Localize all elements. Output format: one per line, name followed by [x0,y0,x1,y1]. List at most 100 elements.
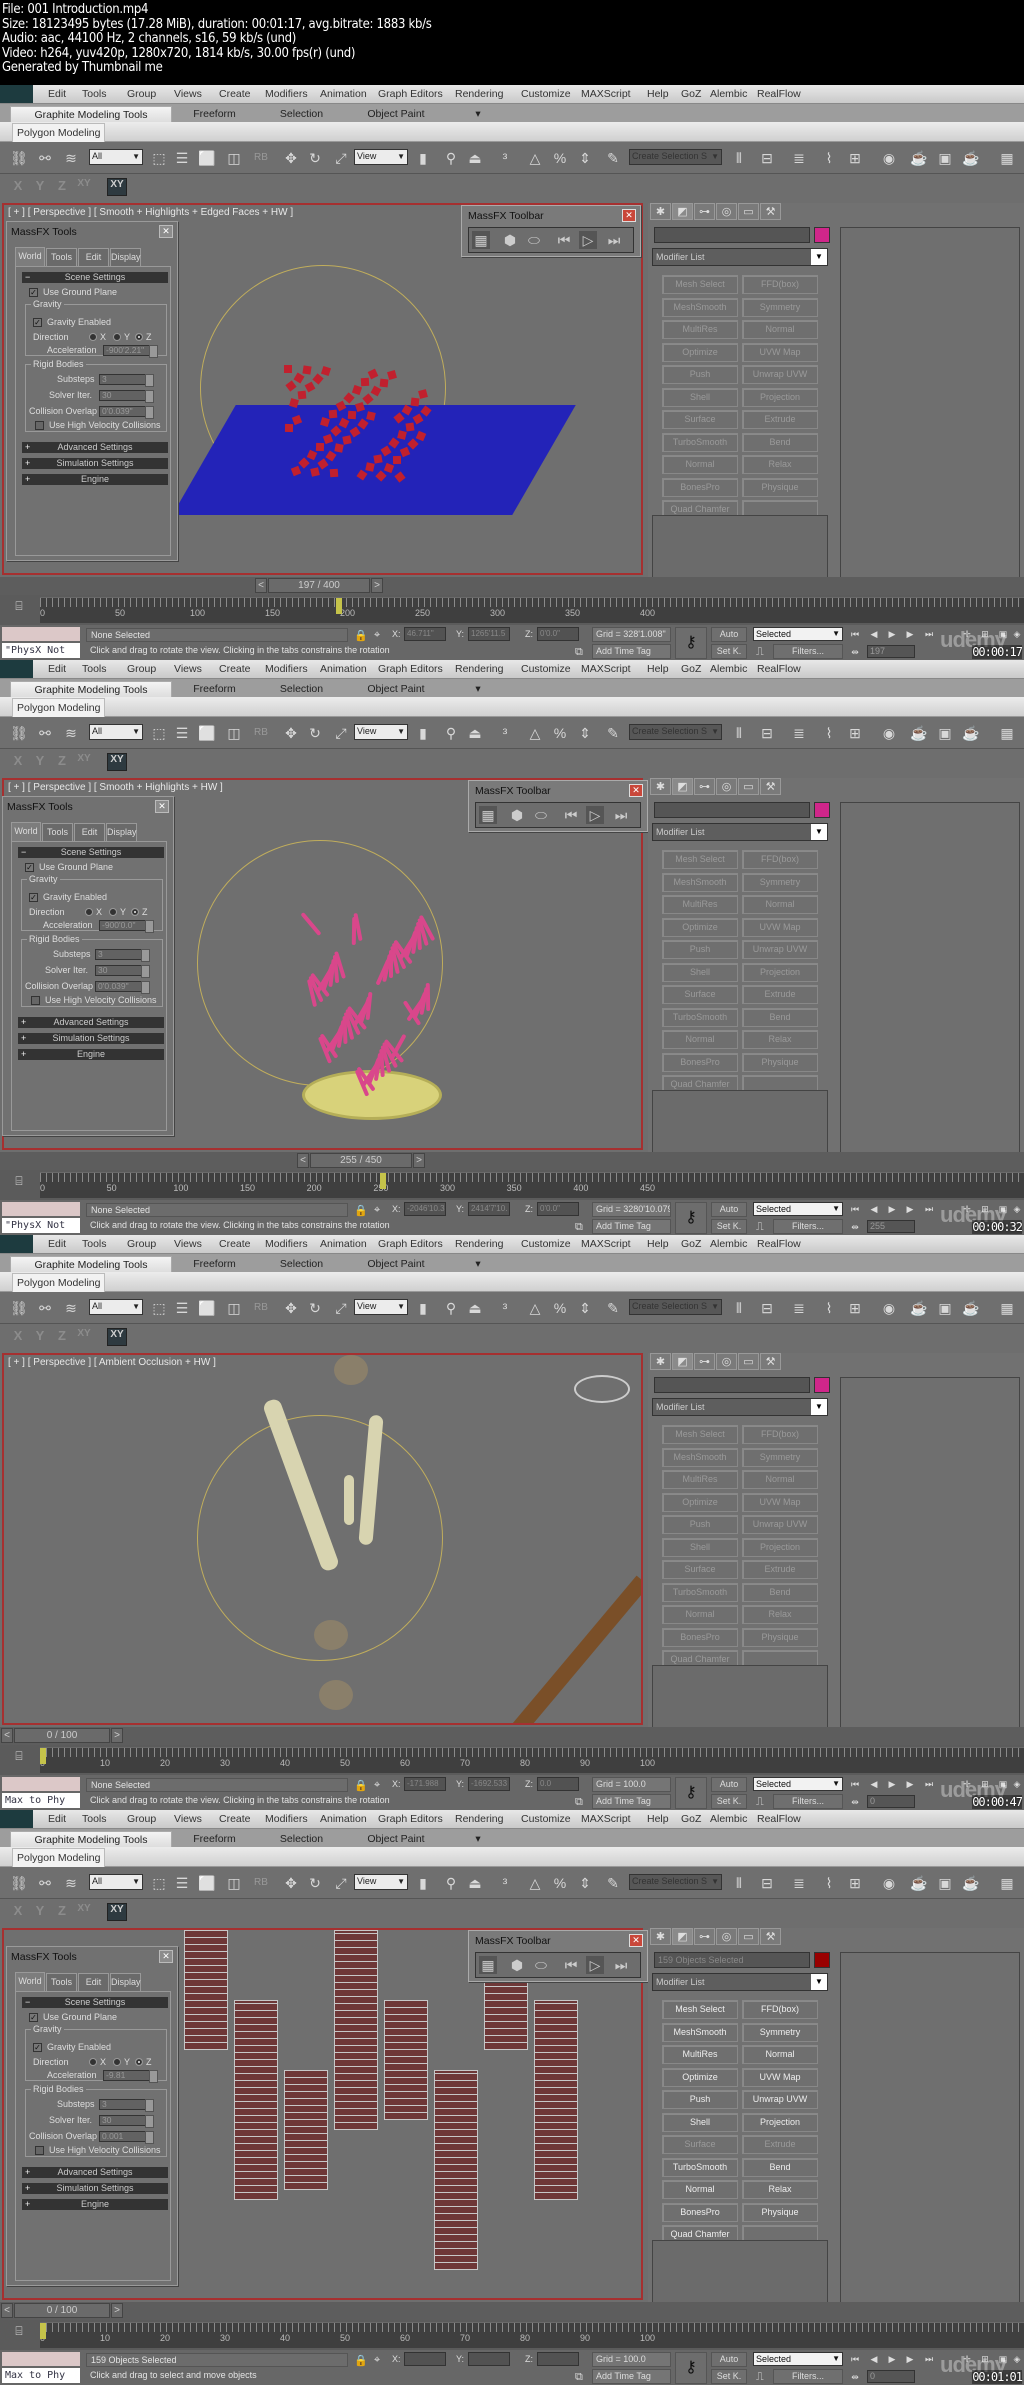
modifier-multires-button[interactable]: MultiRes [662,2045,738,2064]
goto-start-icon[interactable]: ⏮ [848,2352,862,2366]
menu-create[interactable]: Create [219,663,251,675]
edit-named-sel-icon[interactable]: ✎ [604,724,622,742]
align-icon[interactable]: ⊟ [758,724,776,742]
menu-create[interactable]: Create [219,88,251,100]
modifier-bend-button[interactable]: Bend [742,1582,818,1602]
rigid-cube[interactable] [373,454,383,464]
constraint-icon[interactable]: ⬭ [532,1956,550,1974]
modifier-stack[interactable] [652,515,828,579]
rigid-cube[interactable] [302,365,312,375]
ribbon-options-dropdown[interactable]: ▾ [466,681,490,698]
modifier-ffd-box--button[interactable]: FFD(box) [742,1425,818,1444]
solver-iter-spinner[interactable]: 30 [95,965,150,978]
default-tangent-icon[interactable]: ⎍ [756,646,764,659]
menu-animation[interactable]: Animation [320,1813,367,1825]
goto-start-icon[interactable]: ⏮ [848,627,862,641]
menu-goz[interactable]: GoZ [681,1238,701,1250]
y-coordinate-field[interactable]: 1265'11.5 [468,627,510,641]
goto-end-icon[interactable]: ⏭ [922,2352,936,2366]
set-key-icon[interactable]: ⚷ [675,627,707,659]
create-tab-icon[interactable]: ✱ [650,1353,671,1370]
spinner-snap-icon[interactable]: ⇕ [576,1874,594,1892]
scale-icon[interactable]: ⤢ [332,149,350,167]
prev-frame-button[interactable]: < [255,578,267,593]
menu-maxscript[interactable]: MAXScript [581,1238,631,1250]
snaps-toggle-icon[interactable]: ³ [496,1299,514,1317]
modifier-stack[interactable] [652,1665,828,1729]
percent-snap-icon[interactable]: % [551,1874,569,1892]
set-key-button[interactable]: Set K. [711,1219,747,1234]
rigid-cube[interactable] [329,468,339,478]
modifier-bonespro-button[interactable]: BonesPro [662,1627,738,1647]
modifier-relax-button[interactable]: Relax [742,1030,818,1049]
ribbon-tab-selection[interactable]: Selection [258,681,345,698]
modifier-uvw-map-button[interactable]: UVW Map [742,342,818,362]
set-key-button[interactable]: Set K. [711,1794,747,1809]
acceleration-spinner[interactable]: -9.81 [103,2070,158,2083]
modifier-surface-button[interactable]: Surface [662,2135,738,2154]
axis-xy-cycle-button[interactable]: XY [107,753,127,771]
advanced-settings-rollout[interactable]: + Advanced Settings [22,442,168,453]
menu-alembic[interactable]: Alembic [710,1238,747,1250]
modifier-normal-button[interactable]: Normal [742,320,818,339]
step-simulation-icon[interactable]: ⏭ [612,806,630,824]
window-crossing-icon[interactable]: ◫ [225,1299,243,1317]
ribbon-tab-freeform[interactable]: Freeform [172,106,257,123]
key-filters-button[interactable]: Filters... [773,2369,843,2384]
play-icon[interactable]: ▶ [885,1202,899,1216]
align-icon[interactable]: ⊟ [758,1299,776,1317]
high-velocity-checkbox[interactable] [35,421,44,430]
x-coordinate-field[interactable] [404,2352,446,2366]
maxscript-listener-top[interactable] [2,1777,80,1791]
app-logo[interactable] [0,1810,33,1828]
create-tab-icon[interactable]: ✱ [650,778,671,795]
unlink-icon[interactable]: ⚯ [36,1299,54,1317]
modifier-push-button[interactable]: Push [662,940,738,959]
ribbon-tab-graphite-modeling-tools[interactable]: Graphite Modeling Tools [10,1831,172,1848]
ribbon-tab-object-paint[interactable]: Object Paint [346,1831,446,1848]
modifier-ffd-box--button[interactable]: FFD(box) [742,275,818,294]
select-object-icon[interactable]: ⬚ [150,724,168,742]
rotate-gizmo[interactable] [197,840,443,1086]
y-coordinate-field[interactable]: 2414'7'10. [468,1202,510,1216]
axis-z-button[interactable]: Z [52,753,72,771]
prev-key-icon[interactable]: ◀ [867,1777,881,1791]
high-velocity-checkbox[interactable] [35,2146,44,2155]
utilities-tab-icon[interactable]: ⚒ [760,1928,781,1945]
layer-manager-icon[interactable]: ≣ [790,1299,808,1317]
percent-snap-icon[interactable]: % [551,149,569,167]
add-time-tag-button[interactable]: Add Time Tag [592,1794,671,1809]
close-icon[interactable]: ✕ [622,209,636,222]
close-icon[interactable]: ✕ [629,1934,643,1947]
maxscript-listener-output[interactable]: "PhysX Not [2,1218,80,1233]
start-simulation-icon[interactable]: ▷ [579,231,597,249]
unlink-icon[interactable]: ⚯ [36,1874,54,1892]
current-frame-field[interactable]: 197 [867,645,915,658]
menu-alembic[interactable]: Alembic [710,663,747,675]
zoom-extents-all-icon[interactable]: ◈ [1010,1777,1024,1791]
pivot-icon[interactable]: ▮ [414,149,432,167]
rotate-icon[interactable]: ↻ [306,1299,324,1317]
key-mode-icon[interactable]: ⇹ [848,1795,862,1809]
menu-edit[interactable]: Edit [48,663,66,675]
modifier-meshsmooth-button[interactable]: MeshSmooth [662,2022,738,2042]
auto-key-button[interactable]: Auto [711,1777,747,1792]
modifier-mesh-select-button[interactable]: Mesh Select [662,275,738,294]
tab-world[interactable]: World [11,822,41,841]
ribbon-tab-object-paint[interactable]: Object Paint [346,106,446,123]
ribbon-tab-graphite-modeling-tools[interactable]: Graphite Modeling Tools [10,681,172,698]
gravity-enabled-checkbox[interactable]: ✓ [29,893,38,902]
utilities-tab-icon[interactable]: ⚒ [760,1353,781,1370]
modifier-bonespro-button[interactable]: BonesPro [662,1052,738,1072]
current-frame-field[interactable]: 0 [867,1795,915,1808]
modifier-normal-button[interactable]: Normal [742,2045,818,2064]
bone[interactable] [344,1475,354,1525]
reset-simulation-icon[interactable]: ⏮ [562,1956,580,1974]
link-icon[interactable]: ⛓ [10,1874,28,1892]
close-icon[interactable]: ✕ [629,784,643,797]
mirror-icon[interactable]: ⫴ [730,724,748,742]
app-logo[interactable] [0,85,33,103]
select-object-icon[interactable]: ⬚ [150,1874,168,1892]
modifier-list-dropdown[interactable]: Modifier List ▼ [652,1398,828,1416]
rigid-cube[interactable] [315,442,325,452]
